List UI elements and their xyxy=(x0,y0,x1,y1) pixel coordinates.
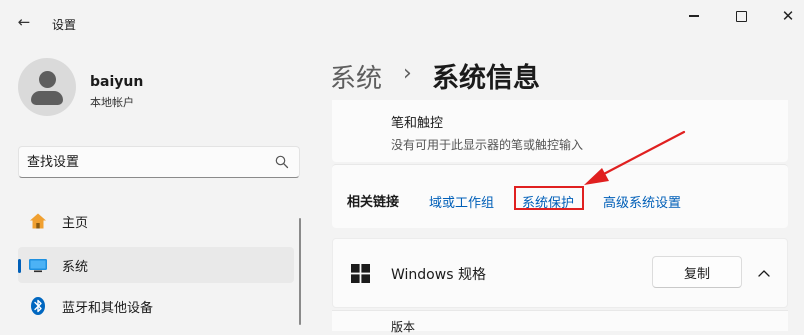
page-title: 系统信息 xyxy=(432,63,540,94)
domain-workgroup-link[interactable]: 域或工作组 xyxy=(429,192,494,211)
collapse-button[interactable] xyxy=(752,262,776,284)
system-icon xyxy=(28,255,48,275)
avatar[interactable] xyxy=(18,58,76,116)
sidebar-item-system[interactable]: 系统 xyxy=(18,247,294,283)
account-type: 本地帐户 xyxy=(90,96,134,109)
maximize-icon xyxy=(735,10,747,22)
chevron-up-icon xyxy=(758,270,770,277)
avatar-body xyxy=(31,91,63,105)
search-input[interactable] xyxy=(27,152,267,172)
avatar-head xyxy=(39,71,56,88)
windows-spec-title: Windows 规格 xyxy=(391,267,486,283)
bluetooth-icon xyxy=(28,296,48,316)
sidebar-item-bluetooth[interactable]: 蓝牙和其他设备 xyxy=(18,288,294,324)
minimize-button[interactable] xyxy=(680,4,708,28)
back-button[interactable]: ← xyxy=(14,12,34,32)
sidebar-scrollbar[interactable] xyxy=(299,218,301,325)
highlight-box xyxy=(514,186,584,210)
window-title: 设置 xyxy=(52,18,77,32)
close-icon: ✕ xyxy=(781,7,795,25)
maximize-button[interactable] xyxy=(727,4,755,28)
annotation-arrow xyxy=(584,130,686,185)
breadcrumb-parent[interactable]: 系统 xyxy=(330,58,382,95)
sidebar-item-label: 主页 xyxy=(62,215,89,231)
spec-row-label: 版本 xyxy=(391,320,416,334)
sidebar-item-label: 蓝牙和其他设备 xyxy=(62,300,154,316)
close-button[interactable]: ✕ xyxy=(774,4,802,28)
windows-logo-icon xyxy=(351,264,370,283)
sidebar-item-label: 系统 xyxy=(62,259,89,275)
copy-button[interactable]: 复制 xyxy=(652,256,742,288)
pen-touch-title: 笔和触控 xyxy=(391,116,444,131)
selection-indicator xyxy=(18,259,21,273)
related-links-title: 相关链接 xyxy=(347,195,400,210)
sidebar-item-home[interactable]: 主页 xyxy=(18,203,294,239)
home-icon xyxy=(28,211,48,231)
search-icon xyxy=(275,155,289,169)
chevron-right-icon: › xyxy=(403,61,412,86)
minimize-icon xyxy=(689,15,699,17)
arrow-left-icon: ← xyxy=(17,13,31,31)
search-box[interactable] xyxy=(18,146,300,178)
pen-touch-description: 没有可用于此显示器的笔或触控输入 xyxy=(391,138,584,152)
user-name: baiyun xyxy=(90,74,144,90)
